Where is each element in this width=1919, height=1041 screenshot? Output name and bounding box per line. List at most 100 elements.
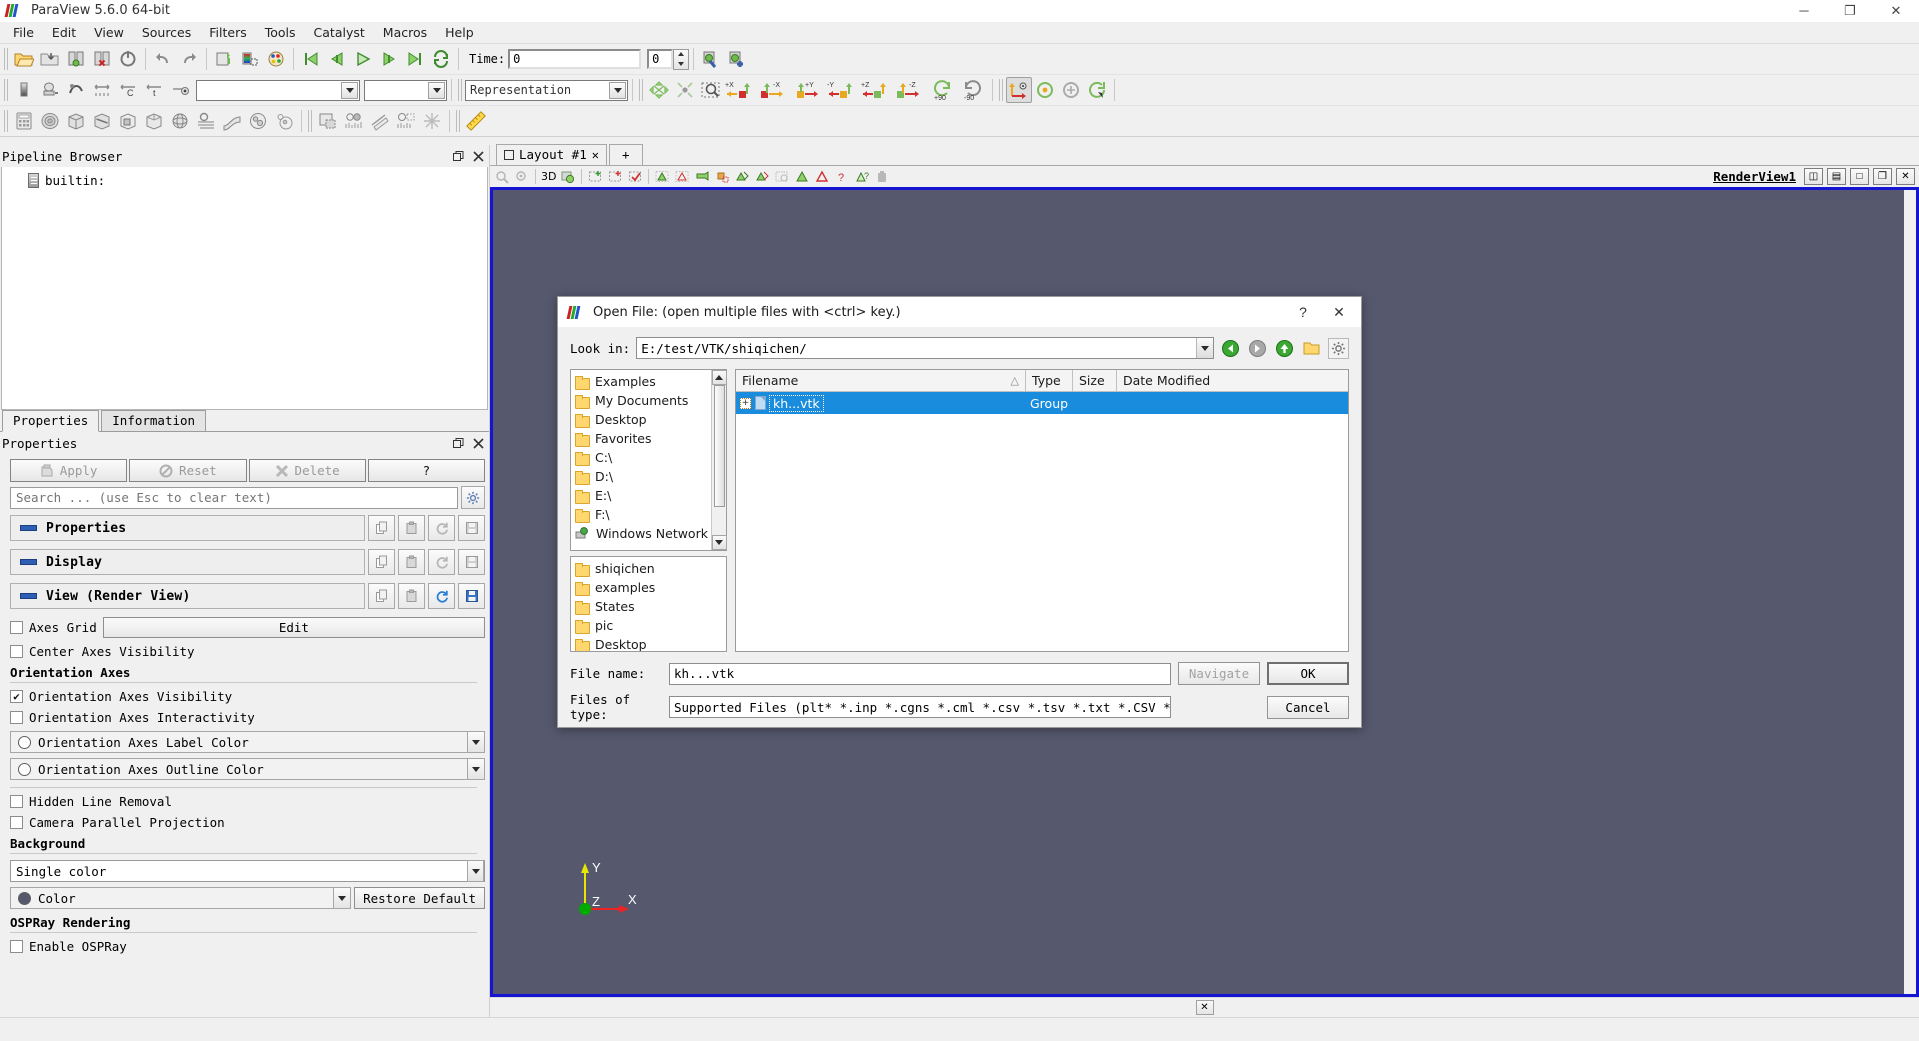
- sidebar-item-f-drive[interactable]: F:\: [575, 505, 711, 524]
- representation-combo[interactable]: Representation: [465, 79, 628, 101]
- reset-camera-icon[interactable]: [646, 77, 672, 103]
- warp-icon[interactable]: [219, 108, 245, 134]
- reset-session-icon[interactable]: [115, 46, 141, 72]
- view-plus-x-icon[interactable]: +X: [724, 77, 758, 103]
- zoom-to-box-icon[interactable]: [698, 77, 724, 103]
- axes-grid-checkbox[interactable]: [10, 621, 23, 634]
- paste-icon[interactable]: [398, 549, 425, 575]
- add-layout-tab[interactable]: +: [608, 144, 643, 165]
- color-scale-icon[interactable]: [11, 77, 37, 103]
- calculator-icon[interactable]: [11, 108, 37, 134]
- reset-center-icon[interactable]: [1084, 77, 1110, 103]
- hidden-line-removal-checkbox[interactable]: [10, 795, 23, 808]
- toolbar-grip[interactable]: [639, 79, 644, 101]
- sidebar-item-c-drive[interactable]: C:\: [575, 448, 711, 467]
- look-in-combo[interactable]: E:/test/VTK/shiqichen/: [636, 337, 1214, 359]
- property-group-header[interactable]: Properties: [10, 515, 365, 541]
- select-frustum-cells-icon[interactable]: [692, 167, 712, 186]
- undock-icon[interactable]: [452, 437, 465, 450]
- stream-tracer-icon[interactable]: [193, 108, 219, 134]
- view-plus-y-icon[interactable]: +Y: [792, 77, 826, 103]
- restore-icon[interactable]: [428, 583, 455, 609]
- camera-link-icon[interactable]: [558, 167, 578, 186]
- close-strip-button[interactable]: ✕: [1195, 1000, 1214, 1015]
- cancel-button[interactable]: Cancel: [1267, 695, 1349, 719]
- restore-icon[interactable]: [428, 515, 455, 541]
- menu-macros[interactable]: Macros: [374, 23, 436, 42]
- maximize-button[interactable]: ❐: [1827, 0, 1873, 22]
- dialog-close-button[interactable]: ✕: [1321, 298, 1357, 326]
- query-selection-icon[interactable]: [812, 167, 832, 186]
- disconnect-server-icon[interactable]: [89, 46, 115, 72]
- expand-icon[interactable]: +: [740, 397, 751, 409]
- color-map-editor-icon[interactable]: [237, 46, 263, 72]
- toolbar-grip[interactable]: [456, 110, 461, 132]
- column-header-date-modified[interactable]: Date Modified: [1117, 370, 1348, 391]
- tab-properties[interactable]: Properties: [2, 410, 100, 432]
- column-header-size[interactable]: Size: [1073, 370, 1117, 391]
- property-group-header[interactable]: Display: [10, 549, 365, 575]
- collapse-toggle-icon[interactable]: [20, 593, 37, 599]
- help-button[interactable]: ?: [367, 459, 485, 482]
- save-icon[interactable]: [458, 549, 485, 575]
- loop-icon[interactable]: [428, 46, 454, 72]
- toolbar-grip[interactable]: [999, 79, 1004, 101]
- extract-selection-icon[interactable]: [419, 108, 445, 134]
- maximize-view-button[interactable]: □: [1850, 168, 1869, 185]
- close-icon[interactable]: ✕: [592, 148, 599, 162]
- pipeline-item-builtin[interactable]: builtin:: [28, 173, 487, 188]
- orientation-axes-label-color-button[interactable]: Orientation Axes Label Color: [10, 731, 468, 753]
- close-icon[interactable]: [472, 437, 485, 450]
- chevron-down-icon[interactable]: [468, 731, 485, 753]
- hover-cells-icon[interactable]: [712, 167, 732, 186]
- ok-button[interactable]: OK: [1267, 662, 1349, 685]
- toolbar-grip[interactable]: [4, 79, 9, 101]
- paste-icon[interactable]: [398, 515, 425, 541]
- menu-tools[interactable]: Tools: [256, 23, 305, 42]
- center-axes-visibility-checkbox[interactable]: [10, 645, 23, 658]
- menu-view[interactable]: View: [85, 23, 133, 42]
- clear-selection-icon[interactable]: [752, 167, 772, 186]
- table-row[interactable]: + kh...vtk Group: [736, 392, 1348, 414]
- sidebar-scrollbar[interactable]: [711, 370, 727, 550]
- sidebar-item-desktop[interactable]: Desktop: [575, 410, 711, 429]
- forward-button[interactable]: [1247, 338, 1268, 359]
- center-axes-icon[interactable]: [1006, 77, 1032, 103]
- dialog-help-button[interactable]: ?: [1285, 298, 1321, 326]
- copy-icon[interactable]: [368, 515, 395, 541]
- shrink-selection-icon[interactable]: [792, 167, 812, 186]
- undock-view-button[interactable]: ❐: [1873, 168, 1892, 185]
- view-minus-y-icon[interactable]: -Y: [826, 77, 860, 103]
- chevron-down-icon[interactable]: [468, 758, 485, 780]
- redo-icon[interactable]: [176, 46, 202, 72]
- connect-server-icon[interactable]: [63, 46, 89, 72]
- undock-icon[interactable]: [452, 150, 465, 163]
- edit-color-legend-icon[interactable]: [263, 46, 289, 72]
- rescale-visible-icon[interactable]: C: [115, 77, 141, 103]
- group-datasets-icon[interactable]: [245, 108, 271, 134]
- close-icon[interactable]: [472, 150, 485, 163]
- plot-over-line-icon[interactable]: [367, 108, 393, 134]
- render-view-scrollbar[interactable]: [1904, 190, 1916, 994]
- menu-filters[interactable]: Filters: [200, 23, 255, 42]
- rescale-data-range-icon[interactable]: [37, 77, 63, 103]
- sidebar-item-examples[interactable]: Examples: [575, 372, 711, 391]
- python-shell-icon[interactable]: [698, 46, 724, 72]
- restore-icon[interactable]: [428, 549, 455, 575]
- save-icon[interactable]: [458, 583, 485, 609]
- rotate-90-ccw-icon[interactable]: -90: [958, 77, 988, 103]
- file-name-input[interactable]: [669, 662, 1171, 685]
- scroll-down-button[interactable]: [711, 535, 727, 550]
- sidebar-shortcuts-list[interactable]: Examples My Documents Desktop Favorites …: [570, 369, 727, 551]
- sidebar-item-desktop-recent[interactable]: Desktop: [575, 635, 726, 651]
- back-button[interactable]: [1220, 338, 1241, 359]
- collapse-toggle-icon[interactable]: [20, 559, 37, 565]
- ruler-icon[interactable]: [463, 108, 489, 134]
- scroll-up-button[interactable]: [711, 370, 727, 385]
- next-frame-icon[interactable]: [376, 46, 402, 72]
- new-folder-button[interactable]: [1301, 338, 1322, 359]
- contour-icon[interactable]: [37, 108, 63, 134]
- rescale-temporal-icon[interactable]: [89, 77, 115, 103]
- scrollbar-thumb[interactable]: [713, 385, 725, 507]
- sidebar-item-my-documents[interactable]: My Documents: [575, 391, 711, 410]
